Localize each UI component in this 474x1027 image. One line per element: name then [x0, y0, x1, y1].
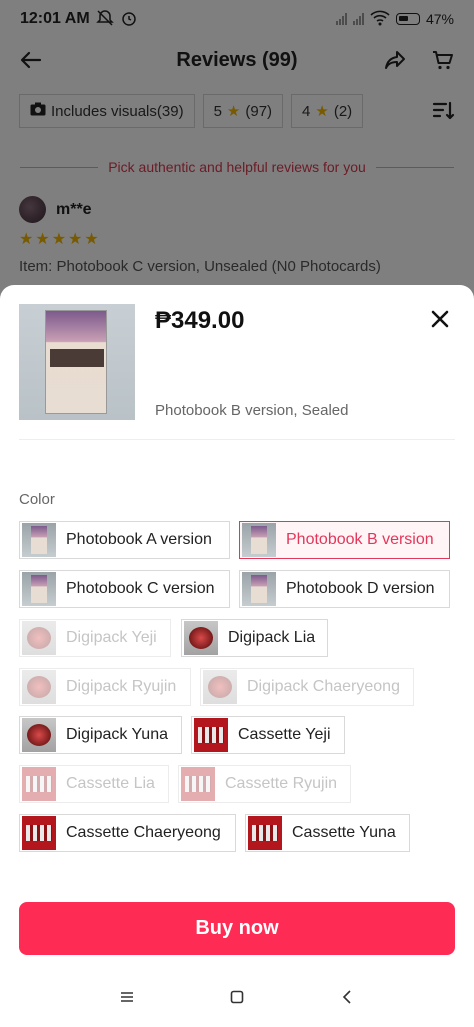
option-label: Cassette Yeji	[238, 726, 331, 743]
option-label: Digipack Lia	[228, 629, 316, 646]
color-option[interactable]: Photobook B version	[239, 521, 450, 559]
color-option[interactable]: Digipack Lia	[181, 619, 328, 657]
option-label: Cassette Chaeryeong	[66, 824, 221, 841]
color-option[interactable]: Photobook D version	[239, 570, 450, 608]
divider	[19, 439, 455, 440]
option-thumbnail	[242, 572, 276, 606]
option-thumbnail	[22, 621, 56, 655]
color-option[interactable]: Cassette Lia	[19, 765, 169, 803]
variant-sheet: ₱349.00 Photobook B version, Sealed Colo…	[0, 285, 474, 1027]
option-thumbnail	[194, 718, 228, 752]
color-option[interactable]: Photobook C version	[19, 570, 230, 608]
option-thumbnail	[181, 767, 215, 801]
option-thumbnail	[22, 718, 56, 752]
option-label: Digipack Ryujin	[66, 678, 177, 695]
color-option[interactable]: Cassette Yeji	[191, 716, 345, 754]
color-option[interactable]: Digipack Yeji	[19, 619, 171, 657]
option-thumbnail	[248, 816, 282, 850]
color-label: Color	[19, 491, 55, 508]
option-label: Digipack Yuna	[66, 726, 168, 743]
option-thumbnail	[22, 523, 56, 557]
option-thumbnail	[22, 572, 56, 606]
option-thumbnail	[22, 767, 56, 801]
color-option[interactable]: Digipack Ryujin	[19, 668, 191, 706]
option-thumbnail	[203, 670, 237, 704]
option-label: Cassette Ryujin	[225, 775, 338, 792]
option-label: Photobook A version	[66, 531, 212, 548]
color-option[interactable]: Photobook A version	[19, 521, 230, 559]
color-option[interactable]: Cassette Chaeryeong	[19, 814, 236, 852]
system-nav-bar	[0, 982, 474, 1012]
close-icon[interactable]	[430, 309, 450, 329]
option-thumbnail	[22, 670, 56, 704]
option-label: Photobook D version	[286, 580, 435, 597]
option-thumbnail	[22, 816, 56, 850]
buy-now-button[interactable]: Buy now	[19, 902, 455, 955]
product-price: ₱349.00	[155, 307, 245, 334]
color-option[interactable]: Digipack Yuna	[19, 716, 182, 754]
option-label: Photobook B version	[286, 531, 434, 548]
product-image	[19, 304, 135, 420]
selected-variant: Photobook B version, Sealed	[155, 402, 349, 419]
color-option[interactable]: Digipack Chaeryeong	[200, 668, 414, 706]
option-label: Digipack Chaeryeong	[247, 678, 400, 695]
option-label: Photobook C version	[66, 580, 215, 597]
menu-icon[interactable]	[117, 987, 137, 1007]
color-option[interactable]: Cassette Yuna	[245, 814, 410, 852]
option-thumbnail	[242, 523, 276, 557]
option-label: Cassette Yuna	[292, 824, 396, 841]
color-option[interactable]: Cassette Ryujin	[178, 765, 351, 803]
option-thumbnail	[184, 621, 218, 655]
back-icon[interactable]	[337, 987, 357, 1007]
home-icon[interactable]	[227, 987, 247, 1007]
option-label: Cassette Lia	[66, 775, 155, 792]
option-label: Digipack Yeji	[66, 629, 157, 646]
